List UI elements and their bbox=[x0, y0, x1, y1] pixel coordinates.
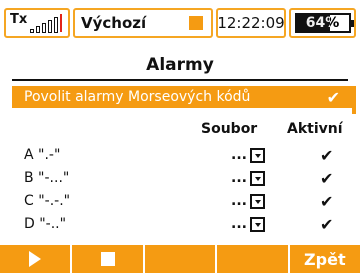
morse-alarms-toggle-row[interactable]: Povolit alarmy Morseových kódů ✔ bbox=[12, 86, 352, 108]
alarm-row[interactable]: A ".-" ... ✔ bbox=[24, 146, 344, 167]
alarm-active-checkmark-icon[interactable]: ✔ bbox=[320, 146, 333, 165]
alarm-file-value[interactable]: ... bbox=[231, 170, 247, 186]
alarm-active-checkmark-icon[interactable]: ✔ bbox=[320, 169, 333, 188]
softkey-stop[interactable] bbox=[72, 245, 143, 273]
file-dropdown-icon[interactable] bbox=[250, 217, 265, 232]
time-box: 12:22:09 bbox=[216, 8, 286, 38]
alarm-file-value[interactable]: ... bbox=[231, 193, 247, 209]
page-title: Alarmy bbox=[146, 55, 214, 75]
tx-separator bbox=[60, 14, 62, 32]
alarm-row[interactable]: C "-.-." ... ✔ bbox=[24, 192, 344, 213]
alarm-active-checkmark-icon[interactable]: ✔ bbox=[320, 192, 333, 211]
alarm-row[interactable]: B "-..." ... ✔ bbox=[24, 169, 344, 190]
alarm-name: B "-..." bbox=[24, 170, 70, 186]
battery-box: 64% bbox=[289, 8, 356, 38]
alarm-name: A ".-" bbox=[24, 147, 61, 163]
alarm-file-value[interactable]: ... bbox=[231, 216, 247, 232]
model-box[interactable]: Výchozí bbox=[73, 8, 213, 38]
title-divider bbox=[12, 79, 348, 81]
file-dropdown-icon[interactable] bbox=[250, 148, 265, 163]
softkey-back[interactable]: Zpět bbox=[289, 245, 360, 273]
alarm-name: D "-.." bbox=[24, 216, 67, 232]
alarm-file-value[interactable]: ... bbox=[231, 147, 247, 163]
softkey-bar: Zpět bbox=[0, 245, 360, 273]
morse-alarms-label: Povolit alarmy Morseových kódů bbox=[24, 89, 251, 105]
softkey-3[interactable] bbox=[144, 245, 216, 273]
stop-icon bbox=[100, 252, 115, 266]
signal-bars-icon bbox=[30, 17, 58, 33]
battery-percent: 64% bbox=[305, 15, 340, 31]
column-header-aktivni: Aktivní bbox=[287, 121, 343, 137]
status-bar: Tx Výchozí 12:22:09 64% bbox=[4, 8, 356, 38]
file-dropdown-icon[interactable] bbox=[250, 171, 265, 186]
column-header-soubor: Soubor bbox=[201, 121, 258, 137]
softkey-play[interactable] bbox=[0, 245, 71, 273]
alarm-name: C "-.-." bbox=[24, 193, 71, 209]
file-dropdown-icon[interactable] bbox=[250, 194, 265, 209]
morse-checkmark-icon[interactable]: ✔ bbox=[327, 88, 340, 107]
battery-terminal bbox=[350, 20, 354, 27]
screen-frame: Tx Výchozí 12:22:09 64% Alarmy Povolit a… bbox=[0, 0, 360, 273]
softkey-4[interactable] bbox=[217, 245, 288, 273]
battery-icon: 64% bbox=[294, 13, 354, 33]
tx-label: Tx bbox=[10, 12, 28, 27]
tx-signal-box: Tx bbox=[4, 8, 70, 38]
scrollbar-thumb[interactable] bbox=[352, 86, 356, 114]
alarm-active-checkmark-icon[interactable]: ✔ bbox=[320, 215, 333, 234]
back-button-label: Zpět bbox=[304, 249, 346, 269]
clock-time: 12:22:09 bbox=[217, 14, 285, 32]
model-name: Výchozí bbox=[81, 14, 147, 32]
model-status-indicator bbox=[189, 16, 203, 30]
play-icon bbox=[29, 251, 42, 267]
alarm-row[interactable]: D "-.." ... ✔ bbox=[24, 215, 344, 236]
